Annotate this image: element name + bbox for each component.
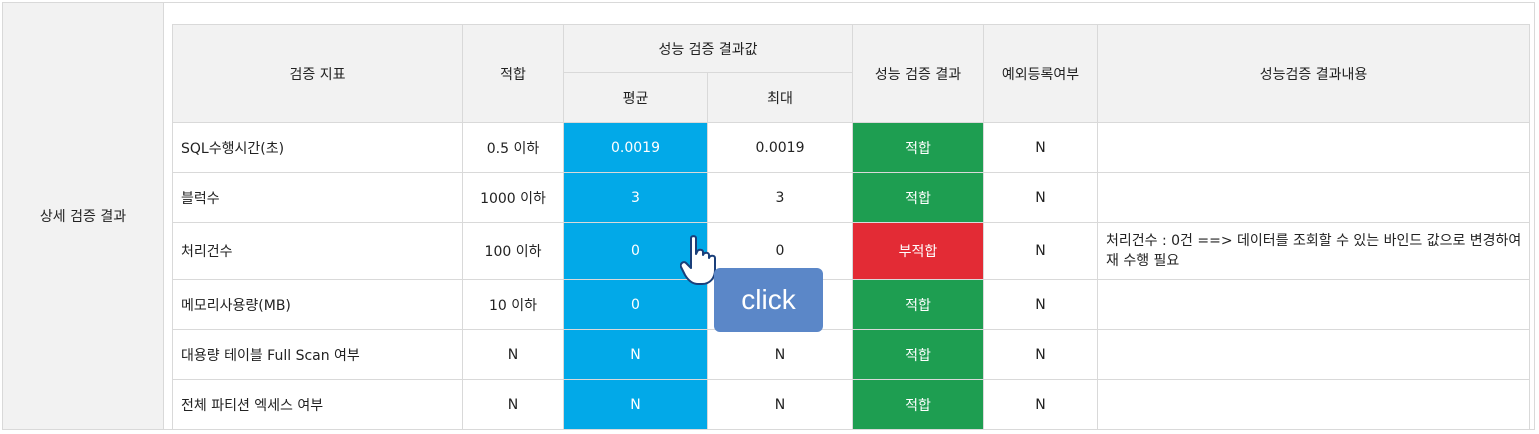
criteria-cell: 100 이하 [462,222,564,280]
header-criteria: 적합 [462,24,564,123]
table-row: 블럭수 1000 이하 3 3 적합 N [172,172,1530,223]
criteria-cell: N [462,329,564,380]
detail-cell [1097,172,1530,223]
table-row: 메모리사용량(MB) 10 이하 0 적합 N [172,279,1530,330]
header-exception: 예외등록여부 [983,24,1098,123]
criteria-cell: N [462,379,564,430]
header-result: 성능 검증 결과 [852,24,984,123]
avg-cell[interactable]: N [563,329,708,380]
metric-cell: 메모리사용량(MB) [172,279,463,330]
criteria-cell: 1000 이하 [462,172,564,223]
avg-cell[interactable]: 0 [563,279,708,330]
hand-pointer-icon [680,235,716,285]
detail-cell: 처리건수 : 0건 ==> 데이터를 조회할 수 있는 바인드 값으로 변경하여… [1097,222,1530,280]
result-badge: 부적합 [852,222,984,280]
header-detail: 성능검증 결과내용 [1097,24,1530,123]
max-cell: N [707,379,853,430]
verification-table: 검증 지표 적합 성능 검증 결과값 성능 검증 결과 예외등록여부 성능검증 … [172,24,1530,430]
table-row: SQL수행시간(초) 0.5 이하 0.0019 0.0019 적합 N [172,122,1530,173]
exception-cell: N [983,222,1098,280]
header-metric: 검증 지표 [172,24,463,123]
detail-cell [1097,279,1530,330]
max-cell: 0.0019 [707,122,853,173]
exception-cell: N [983,122,1098,173]
table-row: 전체 파티션 엑세스 여부 N N N 적합 N [172,379,1530,430]
exception-cell: N [983,172,1098,223]
detail-cell [1097,329,1530,380]
metric-cell: 블럭수 [172,172,463,223]
criteria-cell: 0.5 이하 [462,122,564,173]
exception-cell: N [983,279,1098,330]
header-avg: 평균 [563,72,708,123]
avg-cell[interactable]: N [563,379,708,430]
max-cell: 3 [707,172,853,223]
section-label: 상세 검증 결과 [2,2,164,430]
result-badge: 적합 [852,279,984,330]
result-badge: 적합 [852,172,984,223]
table-row: 대용량 테이블 Full Scan 여부 N N N 적합 N [172,329,1530,380]
exception-cell: N [983,329,1098,380]
metric-cell: 대용량 테이블 Full Scan 여부 [172,329,463,380]
detail-cell [1097,379,1530,430]
metric-cell: 처리건수 [172,222,463,280]
criteria-cell: 10 이하 [462,279,564,330]
header-result-values: 성능 검증 결과값 [563,24,853,73]
metric-cell: 전체 파티션 엑세스 여부 [172,379,463,430]
detail-cell [1097,122,1530,173]
table-row: 처리건수 100 이하 0 0 부적합 N 처리건수 : 0건 ==> 데이터를… [172,222,1530,280]
avg-cell[interactable]: 0.0019 [563,122,708,173]
result-badge: 적합 [852,122,984,173]
click-tooltip: click [714,268,823,332]
exception-cell: N [983,379,1098,430]
avg-cell[interactable]: 3 [563,172,708,223]
result-badge: 적합 [852,329,984,380]
result-badge: 적합 [852,379,984,430]
max-cell: N [707,329,853,380]
header-max: 최대 [707,72,853,123]
metric-cell: SQL수행시간(초) [172,122,463,173]
